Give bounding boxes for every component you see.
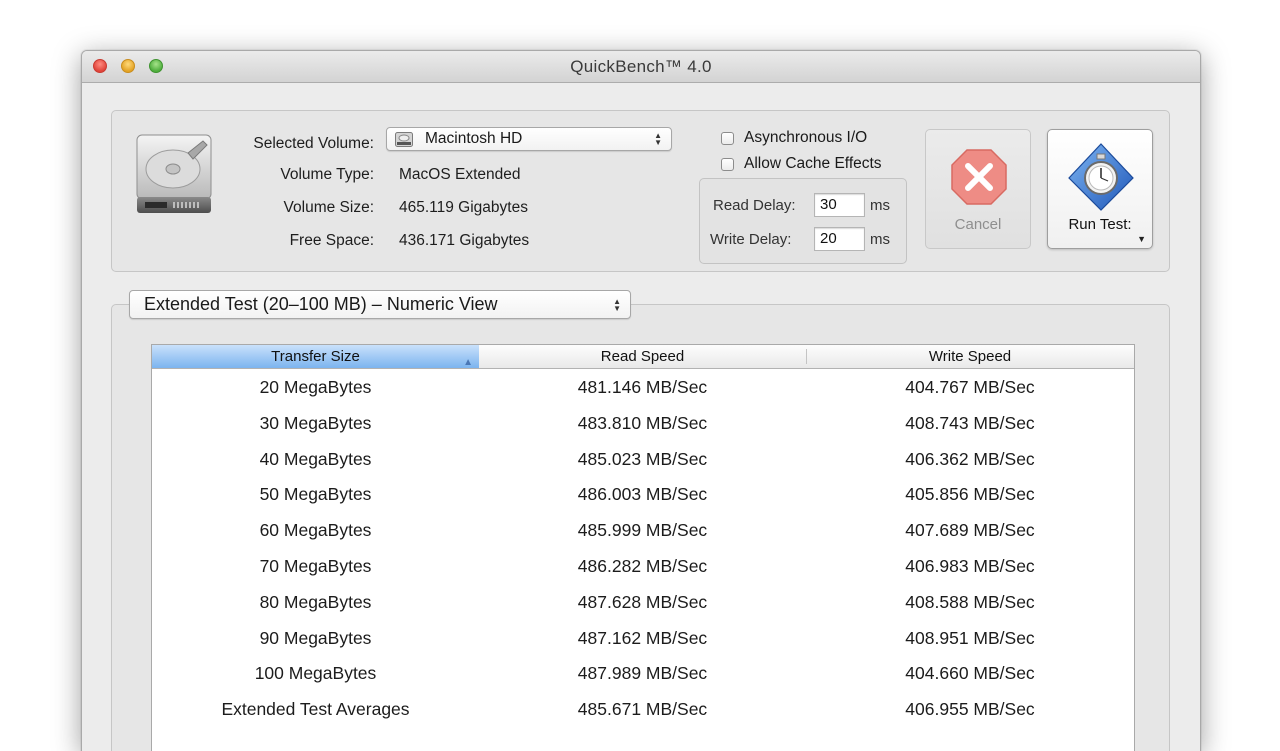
write-speed-cell: 405.856 MB/Sec [905,484,1035,505]
column-header-label: Transfer Size [271,348,360,365]
small-drive-icon [395,132,413,147]
free-space-value: 436.171 Gigabytes [399,232,530,249]
selected-volume-label: Selected Volume: [253,135,374,152]
stopwatch-icon [1068,143,1134,211]
updown-arrows-icon: ▲ ▼ [613,296,621,313]
title-bar[interactable]: QuickBench™ 4.0 [82,51,1200,83]
table-row[interactable]: 40 MegaBytes 485.023 MB/Sec 406.362 MB/Sec [152,441,1134,477]
read-speed-cell: 487.989 MB/Sec [577,663,708,684]
read-speed-cell: 483.810 MB/Sec [577,412,708,433]
quickbench-window: QuickBench™ 4.0 Selected Volume: Macinto… [81,50,1201,751]
transfer-size-cell: 100 MegaBytes [254,663,377,684]
read-speed-cell: 486.003 MB/Sec [577,484,708,505]
run-test-label: Run Test: [1068,216,1132,233]
write-speed-cell: 408.951 MB/Sec [905,627,1035,648]
transfer-size-cell: 20 MegaBytes [259,377,372,397]
write-speed-cell: 407.689 MB/Sec [905,520,1035,541]
table-row[interactable]: 20 MegaBytes 481.146 MB/Sec 404.767 MB/Sec [152,369,1134,405]
volume-type-label: Volume Type: [280,166,374,183]
test-mode-value: Extended Test (20–100 MB) – Numeric View [144,294,498,314]
read-speed-cell: 481.146 MB/Sec [577,377,708,397]
table-row[interactable]: 100 MegaBytes 487.989 MB/Sec 404.660 MB/Se… [152,655,1134,691]
async-io-label: Asynchronous I/O [744,129,868,146]
table-row[interactable]: 80 MegaBytes 487.628 MB/Sec 408.588 MB/Sec [152,584,1134,620]
write-speed-cell: 406.362 MB/Sec [905,448,1035,469]
read-speed-cell: 486.282 MB/Sec [577,556,708,576]
async-io-checkbox[interactable]: Asynchronous I/O [721,129,867,147]
write-delay-unit: ms [870,231,890,248]
read-delay-unit: ms [870,197,890,214]
volume-select-value: Macintosh HD [425,130,523,147]
async-io-box[interactable] [721,131,734,145]
transfer-size-cell: 30 MegaBytes [259,412,372,433]
cancel-x-icon [951,149,1007,205]
write-speed-cell: 404.660 MB/Sec [905,663,1035,684]
write-delay-label: Write Delay: [710,231,792,248]
read-speed-cell: 487.162 MB/Sec [577,627,708,648]
read-speed-cell: 487.628 MB/Sec [577,591,708,612]
transfer-size-cell: 90 MegaBytes [259,627,372,648]
column-header-transfer-size[interactable]: Transfer Size ▲ [152,345,479,368]
table-row[interactable]: 70 MegaBytes 486.282 MB/Sec 406.983 MB/Sec [152,548,1134,584]
write-speed-cell: 404.767 MB/Sec [905,377,1035,397]
transfer-size-cell: 80 MegaBytes [259,591,372,612]
read-delay-field[interactable]: 30 [814,193,865,217]
cancel-button[interactable]: Cancel [925,129,1031,249]
column-header-read-speed[interactable]: Read Speed [479,345,806,368]
cache-effects-checkbox[interactable]: Allow Cache Effects [721,155,882,173]
transfer-size-cell: 70 MegaBytes [259,556,372,576]
write-delay-field[interactable]: 20 [814,227,865,251]
transfer-size-cell: 50 MegaBytes [259,484,372,505]
transfer-size-cell: Extended Test Averages [221,699,410,720]
cache-effects-label: Allow Cache Effects [744,155,882,172]
write-speed-cell: 408.743 MB/Sec [905,412,1035,433]
cancel-button-label: Cancel [954,216,1002,233]
write-speed-cell: 406.983 MB/Sec [905,556,1035,576]
updown-arrows-icon: ▲ ▼ [654,131,662,147]
volume-type-value: MacOS Extended [399,166,521,183]
write-speed-cell: 408.588 MB/Sec [905,591,1035,612]
table-row[interactable]: 50 MegaBytes 486.003 MB/Sec 405.856 MB/Sec [152,476,1134,512]
column-header-write-speed[interactable]: Write Speed [806,345,1134,368]
read-delay-label: Read Delay: [713,197,796,214]
window-title: QuickBench™ 4.0 [570,57,712,76]
table-row[interactable]: 60 MegaBytes 485.999 MB/Sec 407.689 MB/Sec [152,512,1134,548]
read-speed-cell: 485.671 MB/Sec [577,699,708,720]
read-speed-cell: 485.999 MB/Sec [577,520,708,541]
cache-effects-box[interactable] [721,157,734,171]
read-speed-cell: 485.023 MB/Sec [577,448,708,469]
delay-group [699,178,907,264]
transfer-size-cell: 40 MegaBytes [259,448,372,469]
dropdown-caret-icon[interactable]: ▼ [1137,234,1146,244]
transfer-size-cell: 60 MegaBytes [259,520,372,541]
run-test-button[interactable]: Run Test: ▼ [1047,129,1153,249]
test-mode-select[interactable]: Extended Test (20–100 MB) – Numeric View… [129,290,631,319]
volume-size-value: 465.119 Gigabytes [399,199,528,216]
volume-size-label: Volume Size: [283,199,374,216]
write-speed-cell: 406.955 MB/Sec [905,699,1035,720]
free-space-label: Free Space: [289,232,374,249]
table-row[interactable]: 30 MegaBytes 483.810 MB/Sec 408.743 MB/Sec [152,405,1134,441]
volume-select[interactable]: Macintosh HD ▲ ▼ [386,127,672,151]
table-row[interactable]: 90 MegaBytes 487.162 MB/Sec 408.951 MB/Sec [152,620,1134,656]
table-row[interactable]: Extended Test Averages 485.671 MB/Sec 406.… [152,691,1134,727]
table-header: Transfer Size ▲ Read Speed Write Speed [152,345,1134,369]
results-table[interactable]: Transfer Size ▲ Read Speed Write Speed 2… [151,344,1135,751]
